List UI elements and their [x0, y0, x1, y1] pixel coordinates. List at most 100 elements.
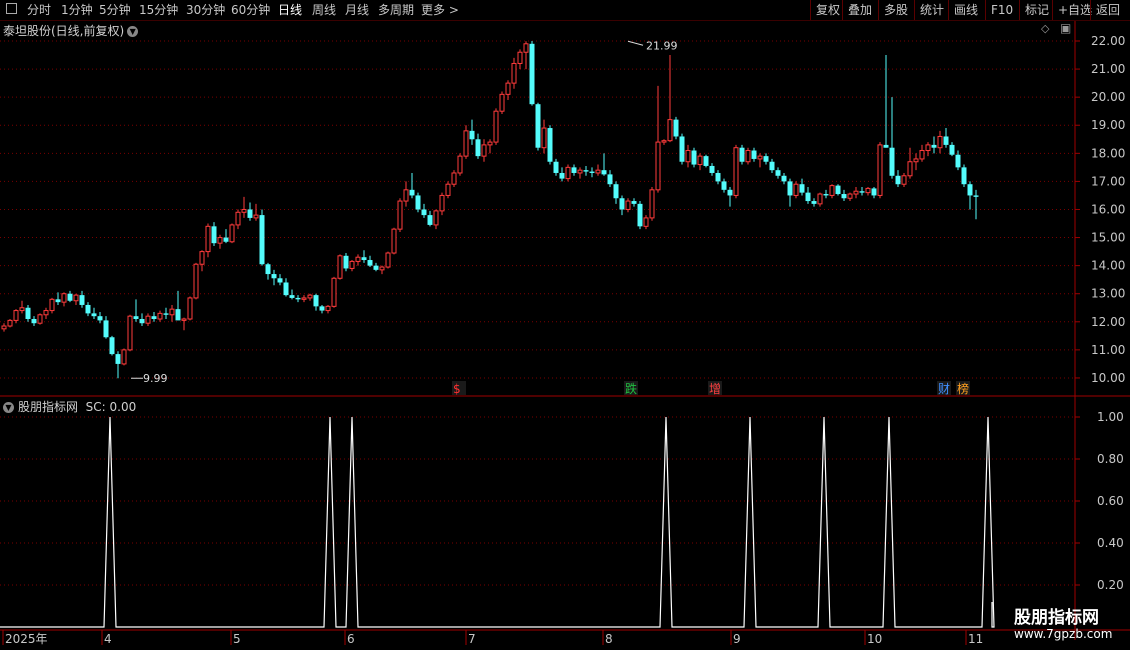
candle-body-up: [169, 308, 175, 316]
indicator-value: SC: 0.00: [85, 400, 137, 414]
candle-body-up: [385, 252, 391, 268]
candle-body-up: [199, 251, 205, 265]
candle-body-up: [301, 297, 307, 300]
candle-body-up: [511, 62, 517, 84]
price-tick-label: 20.00: [1091, 90, 1125, 104]
candle-body-down: [673, 119, 679, 137]
candle-body-down: [247, 209, 253, 218]
candle-body-up: [493, 110, 499, 143]
candle-body-up: [655, 141, 661, 191]
candle-body-down: [271, 274, 277, 279]
candle-body-down: [55, 299, 61, 303]
candle-body-down: [763, 156, 769, 162]
candle-body-down: [139, 318, 145, 324]
candle-body-down: [427, 215, 433, 225]
candle-body-down: [175, 309, 181, 321]
candle-body-up: [685, 150, 691, 163]
indicator-title[interactable]: ▼ 股朋指标网 SC: 0.00: [3, 398, 136, 415]
candle-body-up: [577, 169, 583, 174]
candle-body-up: [925, 144, 931, 152]
candle-body-down: [841, 194, 847, 199]
candle-body-down: [469, 130, 475, 140]
candle-body-down: [259, 215, 265, 265]
indicator-tick-label: 0.40: [1097, 536, 1124, 550]
candle-body-down: [265, 264, 271, 275]
event-marker-2: 增: [709, 382, 721, 396]
candle-body-down: [727, 189, 733, 196]
candle-body-up: [523, 43, 529, 53]
indicator-tick-label: 1.00: [1097, 410, 1124, 424]
candle-body-up: [337, 255, 343, 279]
candle-body-up: [463, 130, 469, 157]
candle-body-up: [667, 119, 673, 142]
candle-body-up: [391, 228, 397, 254]
candle-body-down: [691, 150, 697, 165]
candle-body-up: [349, 260, 355, 269]
price-tick-label: 12.00: [1091, 315, 1125, 329]
candle-body-down: [97, 316, 103, 321]
stock-title-label: 泰坦股份(日线,前复权): [3, 24, 125, 38]
candle-body-down: [415, 195, 421, 210]
low-price-label: 9.99: [143, 372, 168, 385]
candle-body-up: [541, 127, 547, 149]
candle-body-down: [613, 184, 619, 199]
candle-body-down: [343, 255, 349, 269]
candle-body-down: [883, 144, 889, 148]
candle-body-up: [847, 193, 853, 199]
candle-body-down: [319, 306, 325, 311]
candle-body-up: [865, 187, 871, 194]
candle-body-up: [817, 193, 823, 205]
diamond-icon[interactable]: ◇: [1041, 22, 1049, 35]
candle-body-up: [457, 155, 463, 174]
candle-body-up: [649, 189, 655, 219]
candle-body-down: [961, 167, 967, 185]
candle-body-up: [37, 314, 43, 324]
candle-body-down: [607, 174, 613, 185]
candle-body-down: [781, 175, 787, 182]
candle-body-down: [25, 307, 31, 319]
candle-body-down: [361, 257, 367, 261]
watermark-url: www.7gpzb.com: [1014, 627, 1113, 641]
candle-body-down: [91, 313, 97, 317]
candle-body-up: [565, 166, 571, 180]
candle-body-up: [913, 158, 919, 163]
candle-body-down: [835, 185, 841, 195]
candle-body-up: [499, 93, 505, 112]
candle-body-down: [295, 297, 301, 300]
candle-body-up: [445, 183, 451, 196]
chevron-down-icon[interactable]: ▼: [3, 402, 14, 413]
candle-body-up: [697, 155, 703, 166]
date-label-1: 4: [104, 632, 112, 646]
candle-body-up: [625, 200, 631, 210]
candle-body-up: [745, 150, 751, 163]
candle-body-down: [535, 104, 541, 148]
candle-body-down: [637, 203, 643, 227]
candle-body-down: [367, 260, 373, 266]
price-tick-label: 13.00: [1091, 287, 1125, 301]
indicator-name: 股朋指标网: [18, 400, 79, 414]
candle-body-down: [967, 184, 973, 196]
chevron-down-icon[interactable]: ▼: [127, 26, 139, 37]
candle-body-down: [289, 295, 295, 298]
candle-body-down: [775, 170, 781, 176]
price-tick-label: 15.00: [1091, 231, 1125, 245]
candle-body-down: [313, 295, 319, 307]
candle-body-up: [439, 194, 445, 212]
price-tick-label: 10.00: [1091, 371, 1125, 385]
candle-body-up: [205, 225, 211, 253]
price-tick-label: 17.00: [1091, 174, 1125, 188]
price-tick-label: 19.00: [1091, 118, 1125, 132]
candle-body-down: [949, 144, 955, 155]
candle-body-down: [277, 278, 283, 283]
candle-body-up: [661, 140, 667, 143]
price-tick-label: 22.00: [1091, 34, 1125, 48]
candle-body-down: [973, 195, 979, 197]
candle-body-down: [589, 171, 595, 173]
candle-body-down: [115, 354, 121, 364]
stock-title[interactable]: 泰坦股份(日线,前复权) ▼: [3, 22, 139, 39]
candle-body-down: [547, 128, 553, 162]
candle-body-up: [49, 298, 55, 312]
date-label-6: 9: [733, 632, 741, 646]
panel-layout-icon[interactable]: ▣: [1060, 21, 1071, 35]
candle-body-down: [895, 175, 901, 185]
